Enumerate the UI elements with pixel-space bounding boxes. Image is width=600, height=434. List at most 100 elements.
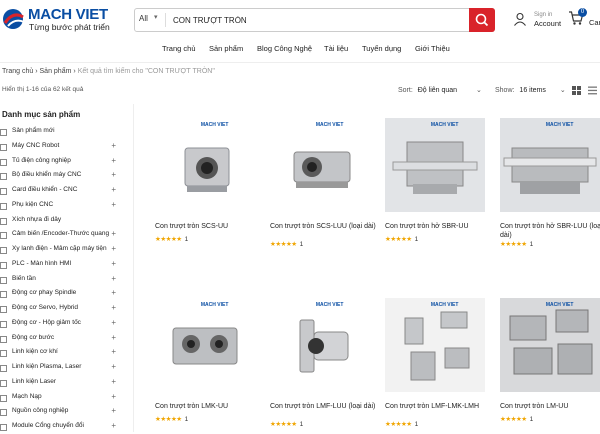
category-checkbox[interactable] [0, 202, 7, 210]
category-checkbox[interactable] [0, 350, 7, 358]
nav-products[interactable]: Sản phẩm [209, 44, 243, 53]
nav-documents[interactable]: Tài liệu [324, 44, 348, 53]
product-image[interactable]: MACH VIET [500, 118, 600, 212]
category-checkbox[interactable] [0, 320, 7, 328]
breadcrumb-products[interactable]: Sản phẩm [40, 68, 72, 75]
product-image[interactable]: MACH VIET [385, 118, 485, 212]
product-image[interactable]: MACH VIET [385, 298, 485, 392]
category-checkbox[interactable] [0, 306, 7, 313]
sort-select[interactable]: Sort: Độ liên quan ⌄ [398, 86, 482, 94]
product-title[interactable]: Con trượt tròn LMF-LUU (loại dài) [270, 402, 380, 411]
site-logo[interactable]: MACH VIET Từng bước phát triển [2, 6, 120, 32]
image-pagination[interactable] [270, 384, 370, 392]
expand-icon[interactable]: + [111, 362, 116, 371]
expand-icon[interactable]: + [111, 333, 116, 342]
category-item[interactable]: Biến tần + [0, 274, 120, 287]
image-pagination[interactable] [500, 384, 600, 392]
category-item[interactable]: Tủ điện công nghiệp + [0, 156, 120, 169]
expand-icon[interactable]: + [111, 185, 116, 194]
expand-icon[interactable]: + [111, 421, 116, 430]
category-item[interactable]: Linh kiện Plasma, Laser + [0, 362, 120, 375]
category-item[interactable]: Động cơ bước + [0, 333, 120, 346]
product-title[interactable]: Con trượt tròn LM-UU [500, 402, 600, 411]
category-checkbox[interactable] [0, 335, 7, 343]
category-checkbox[interactable] [0, 276, 7, 284]
category-checkbox[interactable] [0, 379, 7, 387]
show-select[interactable]: Show: 16 items ⌄ [495, 86, 566, 94]
category-item[interactable]: Cảm biến /Encoder-Thước quang + [0, 229, 120, 242]
category-checkbox[interactable] [0, 232, 7, 240]
search-button[interactable] [469, 8, 495, 32]
nav-home[interactable]: Trang chủ [162, 44, 196, 53]
category-checkbox[interactable] [0, 129, 7, 136]
expand-icon[interactable]: + [111, 170, 116, 179]
category-checkbox[interactable] [0, 158, 7, 166]
expand-icon[interactable]: + [111, 156, 116, 165]
expand-icon[interactable]: + [111, 288, 116, 297]
expand-icon[interactable]: + [111, 303, 116, 312]
category-item[interactable]: Xích nhựa đi dây [0, 216, 120, 228]
product-image[interactable]: MACH VIET [270, 118, 370, 212]
category-item[interactable]: Máy CNC Robot + [0, 141, 120, 154]
image-pagination[interactable] [155, 204, 255, 212]
category-item[interactable]: Động cơ - Hộp giảm tốc + [0, 318, 120, 331]
category-checkbox[interactable] [0, 188, 7, 195]
expand-icon[interactable]: + [111, 229, 116, 238]
product-title[interactable]: Con trượt tròn hở SBR-LUU (loại dài) [500, 222, 600, 240]
category-checkbox[interactable] [0, 424, 7, 431]
category-checkbox[interactable] [0, 143, 7, 151]
grid-view-icon[interactable] [572, 86, 581, 95]
expand-icon[interactable]: + [111, 200, 116, 209]
product-title[interactable]: Con trượt tròn LMF-LMK-LMH [385, 402, 495, 411]
category-checkbox[interactable] [0, 217, 7, 225]
expand-icon[interactable]: + [111, 318, 116, 327]
nav-blog[interactable]: Blog Công Nghệ [257, 44, 312, 53]
expand-icon[interactable]: + [111, 259, 116, 268]
category-checkbox[interactable] [0, 394, 7, 402]
category-item[interactable]: Động cơ phay Spindle + [0, 288, 120, 301]
expand-icon[interactable]: + [111, 406, 116, 415]
category-checkbox[interactable] [0, 365, 7, 372]
category-checkbox[interactable] [0, 261, 7, 269]
category-item[interactable]: Card điều khiển - CNC + [0, 185, 120, 198]
category-item[interactable]: Phụ kiện CNC + [0, 200, 120, 213]
nav-careers[interactable]: Tuyển dụng [362, 44, 401, 53]
category-item[interactable]: Nguồn công nghiệp + [0, 406, 120, 419]
product-image[interactable]: MACH VIET [155, 298, 255, 392]
product-image[interactable]: MACH VIET [270, 298, 370, 392]
product-title[interactable]: Con trượt tròn SCS-UU [155, 222, 265, 231]
breadcrumb-home[interactable]: Trang chủ [2, 68, 33, 75]
category-item[interactable]: Module Cổng chuyển đổi + [0, 421, 120, 434]
category-item[interactable]: Sản phẩm mới [0, 127, 120, 139]
search-category-select[interactable]: All [139, 14, 148, 23]
product-title[interactable]: Con trượt tròn hở SBR-UU [385, 222, 495, 231]
image-pagination[interactable] [270, 204, 370, 212]
category-item[interactable]: Linh kiện Laser + [0, 377, 120, 390]
expand-icon[interactable]: + [111, 377, 116, 386]
image-pagination[interactable] [385, 384, 485, 392]
category-item[interactable]: PLC - Màn hình HMI + [0, 259, 120, 272]
image-pagination[interactable] [385, 204, 485, 212]
expand-icon[interactable]: + [111, 244, 116, 253]
image-pagination[interactable] [155, 384, 255, 392]
product-title[interactable]: Con trượt tròn LMK-UU [155, 402, 265, 411]
image-pagination[interactable] [500, 204, 600, 212]
expand-icon[interactable]: + [111, 141, 116, 150]
category-checkbox[interactable] [0, 247, 7, 254]
category-item[interactable]: Linh kiện cơ khí + [0, 347, 120, 360]
product-title[interactable]: Con trượt tròn SCS-LUU (loại dài) [270, 222, 380, 231]
cart-link[interactable]: 0 Cart [568, 8, 600, 31]
list-view-icon[interactable] [588, 86, 597, 95]
expand-icon[interactable]: + [111, 392, 116, 401]
category-checkbox[interactable] [0, 291, 7, 299]
category-item[interactable]: Xy lanh điện - Mâm cặp máy tiện + [0, 244, 120, 257]
category-checkbox[interactable] [0, 173, 7, 181]
product-image[interactable]: MACH VIET [155, 118, 255, 212]
product-image[interactable]: MACH VIET [500, 298, 600, 392]
category-checkbox[interactable] [0, 409, 7, 417]
expand-icon[interactable]: + [111, 274, 116, 283]
category-item[interactable]: Bộ điều khiển máy CNC + [0, 170, 120, 183]
search-input[interactable] [173, 12, 443, 28]
nav-about[interactable]: Giới Thiệu [415, 44, 450, 53]
expand-icon[interactable]: + [111, 347, 116, 356]
